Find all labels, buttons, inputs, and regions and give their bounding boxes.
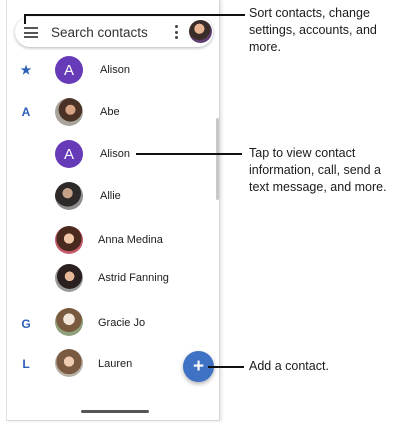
contact-row-abe[interactable]: A Abe [7,91,213,133]
contact-row-allie[interactable]: Allie [7,175,213,217]
contact-name: Lauren [98,358,133,370]
more-vert-icon[interactable] [173,25,179,39]
section-letter: G [21,317,31,331]
contact-row-gracie-jo[interactable]: G Gracie Jo [7,301,213,343]
contact-row-alison-starred[interactable]: ★ A Alison [7,49,213,91]
callout-menu-text: Sort contacts, change settings, accounts… [249,6,377,54]
callout-contact-text: Tap to view contact information, call, s… [249,146,387,194]
contact-name: Alison [100,148,130,160]
avatar: A [55,56,83,84]
contact-name: Allie [100,190,121,202]
avatar: A [55,140,83,168]
avatar [55,308,83,336]
avatar [55,264,83,292]
starred-section-star: ★ [20,63,32,77]
add-icon: + [192,355,205,377]
search-input[interactable]: Search contacts [51,25,148,40]
callout-line-add [208,366,244,368]
scrollbar[interactable] [216,118,219,200]
contact-row-astrid-fanning[interactable]: Astrid Fanning [7,257,213,299]
contacts-app-screen: Search contacts ★ A Alison A Abe A Aliso… [6,0,220,421]
hamburger-menu-icon[interactable] [24,27,38,38]
callout-line-menu [24,14,245,16]
contact-name: Abe [100,106,120,118]
section-letter: L [22,357,30,371]
callout-line-contact [136,153,242,155]
contact-row-anna-medina[interactable]: Anna Medina [7,219,213,261]
home-gesture-bar[interactable] [81,410,149,413]
callout-add-text: Add a contact. [249,359,329,373]
account-avatar[interactable] [189,20,212,43]
avatar [55,349,83,377]
avatar [55,98,83,126]
avatar [55,226,83,254]
search-bar[interactable]: Search contacts [15,17,213,47]
contact-name: Gracie Jo [98,317,146,329]
section-letter: A [21,105,31,119]
contact-name: Alison [100,64,130,76]
callout-leader-menu [24,14,26,24]
avatar [55,182,83,210]
contact-name: Astrid Fanning [98,272,169,284]
contact-name: Anna Medina [98,234,163,246]
